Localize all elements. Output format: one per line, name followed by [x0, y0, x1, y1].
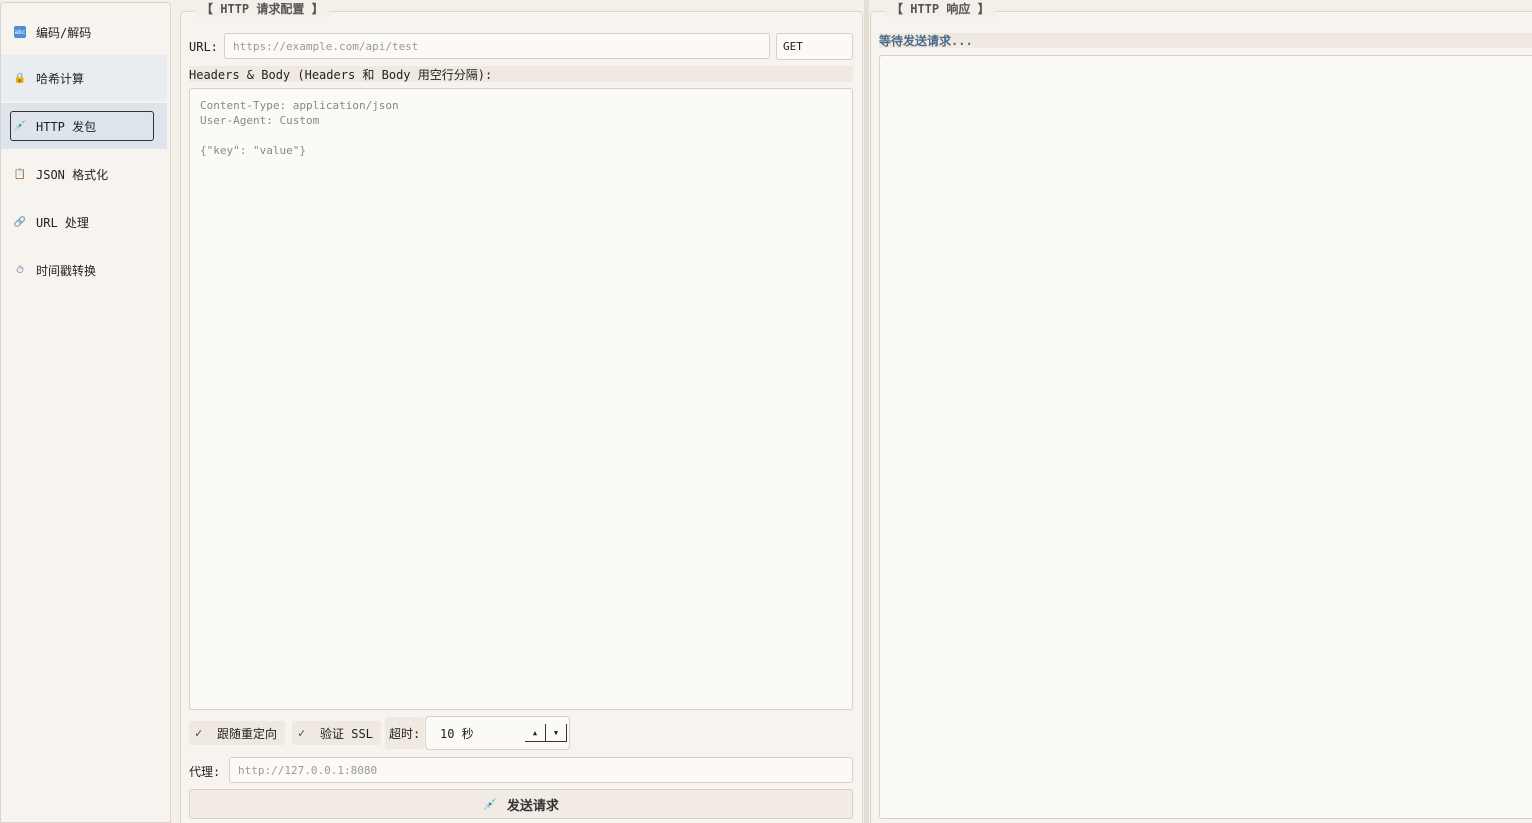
method-select[interactable]: GET — [776, 33, 853, 60]
timeout-label-box: 超时: — [385, 717, 425, 749]
sidebar-item-label: 哈希计算 — [36, 71, 85, 86]
sidebar-item-json[interactable]: 📋 JSON 格式化 — [1, 151, 167, 197]
send-request-button[interactable]: 💉 发送请求 — [189, 789, 853, 819]
headers-body-textarea[interactable]: Content-Type: application/json User-Agen… — [189, 88, 853, 710]
link-icon: 🔗 — [13, 216, 27, 228]
follow-redirect-label: 跟随重定向 — [217, 726, 278, 741]
timer-icon: ⏱ — [16, 264, 24, 276]
panel-splitter[interactable] — [864, 0, 869, 823]
proxy-input[interactable]: http://127.0.0.1:8080 — [229, 757, 853, 783]
sidebar: abc 编码/解码 🔒 哈希计算 💉 HTTP 发包 📋 JSON 格式化 🔗 … — [0, 2, 171, 823]
timeout-label: 超时: — [389, 726, 421, 741]
verify-ssl-label: 验证 SSL — [320, 726, 373, 741]
sidebar-item-label: HTTP 发包 — [36, 119, 97, 134]
verify-ssl-checkbox[interactable]: ✓ 验证 SSL — [292, 721, 381, 745]
sidebar-item-label: JSON 格式化 — [36, 167, 109, 182]
sidebar-item-timestamp[interactable]: ⏱ 时间戳转换 — [1, 247, 167, 293]
response-output[interactable] — [879, 55, 1532, 819]
sidebar-item-label: 时间戳转换 — [36, 263, 97, 278]
send-request-label: 发送请求 — [506, 798, 559, 814]
sidebar-item-label: 编码/解码 — [36, 25, 92, 40]
url-label: URL: — [189, 40, 218, 54]
headers-body-label: Headers & Body (Headers 和 Body 用空行分隔): — [189, 66, 853, 82]
timeout-value: 10 秒 — [440, 726, 474, 741]
follow-redirect-checkbox[interactable]: ✓ 跟随重定向 — [189, 721, 286, 745]
sidebar-item-label: URL 处理 — [36, 215, 89, 230]
url-input[interactable]: https://example.com/api/test — [224, 33, 770, 59]
response-status: 等待发送请求... — [879, 33, 1532, 48]
spin-down-icon[interactable]: ▼ — [546, 724, 566, 741]
sidebar-item-hash[interactable]: 🔒 哈希计算 — [1, 55, 167, 101]
abc-icon: abc — [14, 26, 26, 38]
spin-up-icon[interactable]: ▲ — [525, 724, 546, 741]
sidebar-item-http[interactable]: 💉 HTTP 发包 — [1, 103, 167, 149]
lock-icon: 🔒 — [13, 72, 27, 84]
timeout-spinbox[interactable]: 10 秒 ▲ ▼ — [425, 716, 570, 750]
proxy-label: 代理: — [189, 765, 221, 779]
check-icon: ✓ — [298, 726, 306, 740]
request-config-title: 【 HTTP 请求配置 】 — [195, 0, 330, 17]
check-icon: ✓ — [195, 726, 203, 740]
response-title: 【 HTTP 响应 】 — [885, 0, 996, 17]
clipboard-icon: 📋 — [13, 168, 27, 180]
syringe-icon: 💉 — [483, 797, 497, 811]
sidebar-item-encode-decode[interactable]: abc 编码/解码 — [1, 9, 167, 55]
sidebar-item-url[interactable]: 🔗 URL 处理 — [1, 199, 167, 245]
syringe-icon: 💉 — [13, 120, 27, 132]
